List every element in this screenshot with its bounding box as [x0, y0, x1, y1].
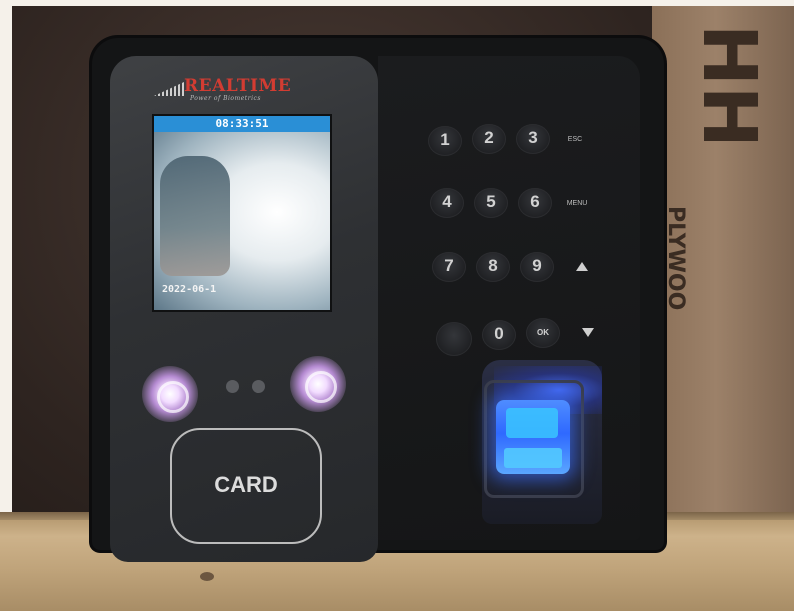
key-0[interactable]: 0 — [482, 320, 516, 350]
face-silhouette — [160, 156, 230, 276]
box-print-large: HH — [686, 24, 772, 148]
key-4[interactable]: 4 — [430, 188, 464, 218]
key-blank[interactable] — [436, 322, 472, 356]
key-7[interactable]: 7 — [432, 252, 466, 282]
key-esc[interactable]: ESC — [562, 132, 588, 148]
cardboard-box: HH PLYWOO — [652, 6, 794, 526]
fingerprint-sensor[interactable] — [496, 400, 570, 474]
key-5[interactable]: 5 — [474, 188, 508, 218]
card-label: CARD — [214, 472, 278, 497]
screen-date: 2022-06-1 — [162, 284, 217, 295]
screen-clock: 08:33:51 — [154, 116, 330, 132]
screw — [200, 572, 214, 581]
signal-bars-icon — [154, 82, 184, 96]
status-led — [252, 380, 265, 393]
brand-tagline: Power of Biometrics — [190, 95, 261, 102]
ir-light-right — [290, 356, 346, 412]
box-print-small: PLYWOO — [663, 206, 688, 311]
lcd-screen: 08:33:51 2022-06-1 — [152, 114, 332, 312]
arrow-down-icon[interactable] — [582, 328, 594, 337]
key-menu[interactable]: MENU — [564, 196, 590, 212]
arrow-up-icon[interactable] — [576, 262, 588, 271]
key-3[interactable]: 3 — [516, 124, 550, 154]
brand-logo: REALTIME Power of Biometrics — [154, 76, 294, 106]
scene: HH PLYWOO REALTIME Power of Biometrics 0… — [0, 0, 794, 611]
key-2[interactable]: 2 — [472, 124, 506, 154]
key-6[interactable]: 6 — [518, 188, 552, 218]
brand-name: REALTIME — [184, 76, 292, 96]
key-1[interactable]: 1 — [428, 126, 462, 156]
key-9[interactable]: 9 — [520, 252, 554, 282]
key-8[interactable]: 8 — [476, 252, 510, 282]
key-ok[interactable]: OK — [526, 318, 560, 348]
ir-light-left — [142, 366, 198, 422]
status-led — [226, 380, 239, 393]
